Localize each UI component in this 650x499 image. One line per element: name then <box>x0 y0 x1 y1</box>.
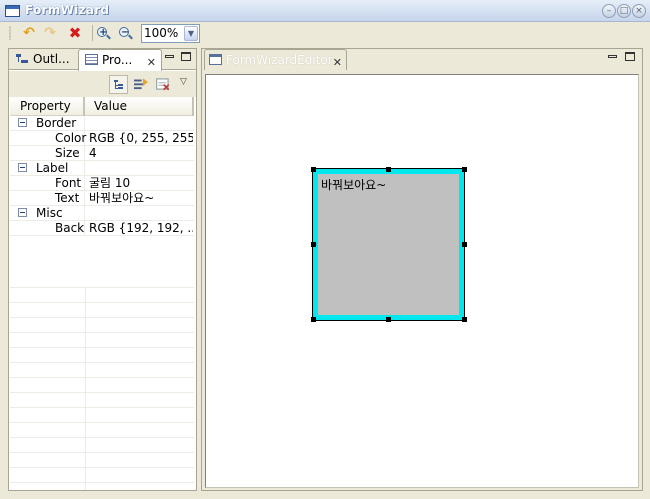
table-row[interactable]: Misc <box>10 206 194 221</box>
tab-outline-label: Outl... <box>33 52 70 66</box>
resize-handle-se[interactable] <box>462 317 467 322</box>
window-title: FormWizard <box>25 3 110 17</box>
title-bar: FormWizard – □ × <box>0 0 650 22</box>
tab-properties-label: Pro... <box>102 53 133 67</box>
show-categories-button[interactable] <box>109 75 128 94</box>
undo-icon[interactable]: ↶ <box>20 24 38 42</box>
minimize-view-button[interactable] <box>165 55 174 58</box>
delete-icon[interactable]: ✖ <box>66 24 84 42</box>
resize-handle-s[interactable] <box>386 317 391 322</box>
table-row[interactable]: Color RGB {0, 255, 255} <box>10 131 194 146</box>
tab-properties[interactable]: Pro... ✕ <box>78 49 162 71</box>
property-name: Size <box>55 146 80 160</box>
label-widget[interactable]: 바꿔보아요~ <box>312 168 465 321</box>
property-name: Back <box>55 221 85 235</box>
toolbar-grip[interactable] <box>9 26 11 40</box>
empty-table-area <box>10 287 194 490</box>
view-tab-row: Outl... Pro... ✕ <box>9 49 196 71</box>
property-name: Text <box>55 191 80 205</box>
category-label: Misc <box>36 206 63 220</box>
table-row[interactable]: Border <box>10 116 194 131</box>
minimize-window-button[interactable]: – <box>602 4 616 18</box>
resize-handle-ne[interactable] <box>462 167 467 172</box>
form-editor-view: FormWizardEditor ✕ 바꿔보아요~ <box>201 48 643 491</box>
restore-defaults-button[interactable] <box>154 75 173 94</box>
main-toolbar: ↶ ↷ ✖ + − 100% ▼ <box>0 22 650 44</box>
table-row[interactable]: Text 바꿔보아요~ <box>10 191 194 206</box>
chevron-down-icon[interactable]: ▼ <box>184 26 198 41</box>
close-icon[interactable]: ✕ <box>147 53 156 73</box>
collapse-toggle-icon[interactable] <box>18 118 27 127</box>
editor-icon <box>209 54 222 65</box>
widget-label-text: 바꿔보아요~ <box>321 178 387 192</box>
property-value[interactable]: 굴림 10 <box>89 176 193 191</box>
restore-defaults-icon <box>156 78 170 91</box>
editor-tab-label: FormWizardEditor <box>226 53 333 67</box>
show-advanced-button[interactable] <box>132 75 151 94</box>
category-label: Label <box>36 161 69 175</box>
table-row[interactable]: Label <box>10 161 194 176</box>
view-menu-icon[interactable]: ▽ <box>180 77 187 87</box>
resize-handle-n[interactable] <box>386 167 391 172</box>
collapse-toggle-icon[interactable] <box>18 163 27 172</box>
resize-handle-sw[interactable] <box>311 317 316 322</box>
properties-table-header: Property Value <box>10 97 194 116</box>
resize-handle-nw[interactable] <box>311 167 316 172</box>
property-name: Font <box>55 176 82 190</box>
close-window-button[interactable]: × <box>632 4 646 18</box>
table-row[interactable]: Size 4 <box>10 146 194 161</box>
properties-toolbar: ▽ <box>9 71 196 97</box>
properties-icon <box>85 54 98 65</box>
tab-outline[interactable]: Outl... <box>13 49 79 70</box>
property-value[interactable]: 4 <box>89 146 193 161</box>
property-value[interactable]: RGB {192, 192, ... <box>89 221 193 236</box>
toolbar-separator <box>92 25 93 41</box>
properties-table-body: Border Color RGB {0, 255, 255} Size 4 La… <box>10 116 194 236</box>
table-row[interactable]: Back RGB {192, 192, ... <box>10 221 194 236</box>
resize-handle-e[interactable] <box>462 242 467 247</box>
maximize-window-button[interactable]: □ <box>617 4 631 18</box>
close-icon[interactable]: ✕ <box>333 53 342 73</box>
property-value[interactable]: RGB {0, 255, 255} <box>89 131 193 146</box>
advanced-properties-icon <box>134 78 148 90</box>
maximize-view-button[interactable] <box>181 52 191 61</box>
outline-icon <box>16 53 29 64</box>
editor-tab-row: FormWizardEditor ✕ <box>202 49 642 70</box>
property-value[interactable]: 바꿔보아요~ <box>89 191 193 206</box>
zoom-level-select[interactable]: 100% ▼ <box>141 24 200 43</box>
column-header-property[interactable]: Property <box>10 97 85 116</box>
property-name: Color <box>55 131 87 145</box>
collapse-toggle-icon[interactable] <box>18 208 27 217</box>
tab-form-wizard-editor[interactable]: FormWizardEditor ✕ <box>204 49 347 70</box>
categories-icon <box>114 80 123 89</box>
redo-icon[interactable]: ↷ <box>41 24 59 42</box>
design-canvas[interactable]: 바꿔보아요~ <box>205 74 639 488</box>
maximize-editor-button[interactable] <box>625 52 635 61</box>
minimize-editor-button[interactable] <box>608 55 617 58</box>
properties-view: Outl... Pro... ✕ ▽ Property Value Border… <box>8 48 197 491</box>
zoom-out-icon[interactable]: − <box>119 24 137 42</box>
resize-handle-w[interactable] <box>311 242 316 247</box>
zoom-in-icon[interactable]: + <box>97 24 115 42</box>
table-row[interactable]: Font 굴림 10 <box>10 176 194 191</box>
zoom-level-value: 100% <box>144 26 179 40</box>
category-label: Border <box>36 116 77 130</box>
column-header-value[interactable]: Value <box>87 97 194 116</box>
app-window-icon <box>5 5 20 17</box>
